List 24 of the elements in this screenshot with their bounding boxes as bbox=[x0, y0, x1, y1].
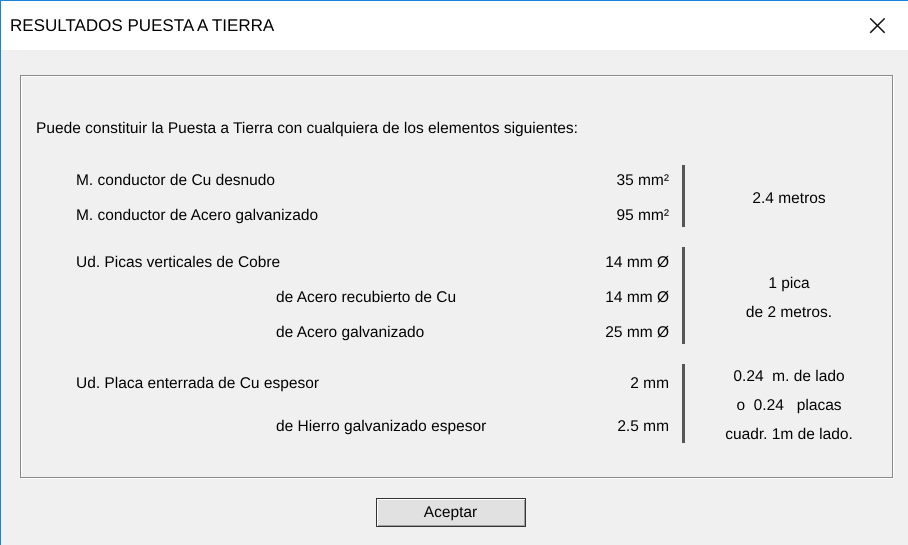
item-value: 2.5 mm bbox=[617, 418, 669, 436]
item-value: 25 mm Ø bbox=[605, 324, 669, 342]
item-value: 2 mm bbox=[630, 374, 669, 393]
item-label: M. conductor de Cu desnudo bbox=[76, 172, 276, 190]
accept-button[interactable]: Aceptar bbox=[376, 498, 526, 527]
item-label: de Hierro galvanizado espesor bbox=[275, 418, 488, 436]
item-value: 14 mm Ø bbox=[605, 254, 669, 272]
item-value: 35 mm² bbox=[616, 172, 669, 190]
item-value: 95 mm² bbox=[616, 206, 669, 224]
item-label: Ud. Placa enterrada de Cu espesor bbox=[76, 374, 320, 393]
item-value: 14 mm Ø bbox=[605, 288, 669, 306]
note-text: 0.24 m. de lado bbox=[733, 367, 845, 387]
note-text: 1 pica bbox=[768, 274, 810, 294]
note-text: 2.4 metros bbox=[752, 188, 826, 208]
window-title: RESULTADOS PUESTA A TIERRA bbox=[10, 16, 274, 36]
note-text: o 0.24 placas bbox=[736, 396, 842, 416]
intro-text: Puede constituir la Puesta a Tierra con cualquiera de los elementos siguientes: bbox=[36, 119, 579, 139]
note-text: cuadr. 1m de lado. bbox=[725, 425, 853, 445]
item-label: de Acero recubierto de Cu bbox=[275, 288, 458, 306]
item-label: de Acero galvanizado bbox=[275, 324, 426, 342]
note-text: de 2 metros. bbox=[746, 302, 832, 322]
item-label: Ud. Picas verticales de Cobre bbox=[76, 254, 282, 272]
item-label: M. conductor de Acero galvanizado bbox=[76, 206, 320, 224]
close-button[interactable]: × bbox=[860, 10, 894, 40]
